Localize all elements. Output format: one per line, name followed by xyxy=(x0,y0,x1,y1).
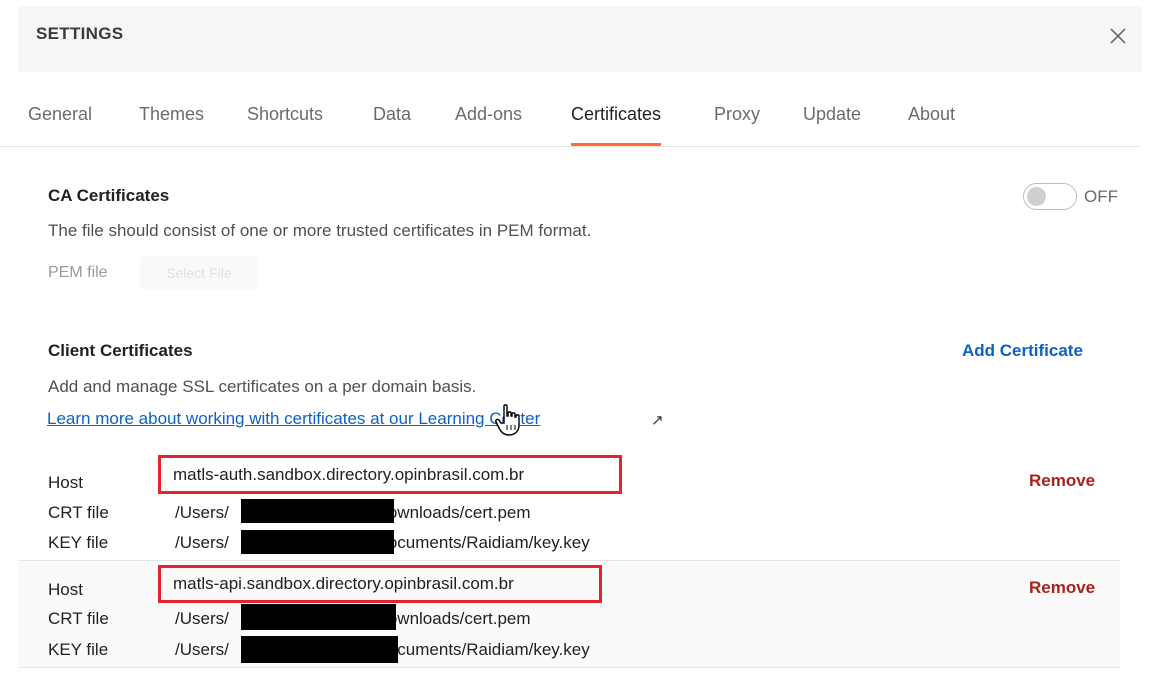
add-certificate-button[interactable]: Add Certificate xyxy=(962,341,1083,361)
host-value: matls-auth.sandbox.directory.opinbrasil.… xyxy=(173,465,525,484)
close-button[interactable] xyxy=(1104,22,1132,50)
settings-header: SETTINGS xyxy=(18,6,1142,72)
remove-certificate-button[interactable]: Remove xyxy=(1029,578,1095,598)
certificate-entry: Host matls-api.sandbox.directory.opinbra… xyxy=(18,562,1120,668)
remove-certificate-button[interactable]: Remove xyxy=(1029,471,1095,491)
settings-title: SETTINGS xyxy=(36,24,124,43)
tab-proxy[interactable]: Proxy xyxy=(714,104,760,144)
select-file-button[interactable]: Select File xyxy=(140,256,258,290)
host-label: Host xyxy=(48,473,83,492)
redaction-bar xyxy=(241,604,396,630)
host-label: Host xyxy=(48,580,83,599)
certificate-entry: Host matls-auth.sandbox.directory.opinbr… xyxy=(18,455,1120,561)
hand-cursor-icon xyxy=(495,404,520,436)
toggle-state-label: OFF xyxy=(1084,187,1118,206)
external-link-icon: ↗ xyxy=(651,412,664,429)
redaction-bar xyxy=(241,636,398,663)
learning-center-link[interactable]: Learn more about working with certificat… xyxy=(47,409,540,429)
ca-certificates-title: CA Certificates xyxy=(48,186,170,205)
tab-general[interactable]: General xyxy=(28,104,92,144)
crt-file-label: CRT file xyxy=(48,609,109,628)
tab-data[interactable]: Data xyxy=(373,104,411,144)
redaction-bar xyxy=(241,530,394,554)
toggle-knob xyxy=(1027,187,1046,206)
key-file-label: KEY file xyxy=(48,640,109,659)
crt-file-label: CRT file xyxy=(48,503,109,522)
key-file-label: KEY file xyxy=(48,533,109,552)
tab-themes[interactable]: Themes xyxy=(139,104,204,144)
pem-file-label: PEM file xyxy=(48,264,108,281)
client-certificates-description: Add and manage SSL certificates on a per… xyxy=(48,377,477,396)
tab-add-ons[interactable]: Add-ons xyxy=(455,104,522,144)
settings-tabs: General Themes Shortcuts Data Add-ons Ce… xyxy=(0,94,1140,147)
host-value: matls-api.sandbox.directory.opinbrasil.c… xyxy=(173,574,514,593)
tab-shortcuts[interactable]: Shortcuts xyxy=(247,104,323,144)
tab-certificates[interactable]: Certificates xyxy=(571,104,662,146)
client-certificates-title: Client Certificates xyxy=(48,341,193,360)
close-icon xyxy=(1110,28,1126,44)
ca-certificates-toggle[interactable] xyxy=(1023,183,1077,210)
ca-certificates-description: The file should consist of one or more t… xyxy=(48,221,592,240)
tab-about[interactable]: About xyxy=(908,104,955,144)
tab-update[interactable]: Update xyxy=(803,104,861,144)
redaction-bar xyxy=(241,499,394,523)
